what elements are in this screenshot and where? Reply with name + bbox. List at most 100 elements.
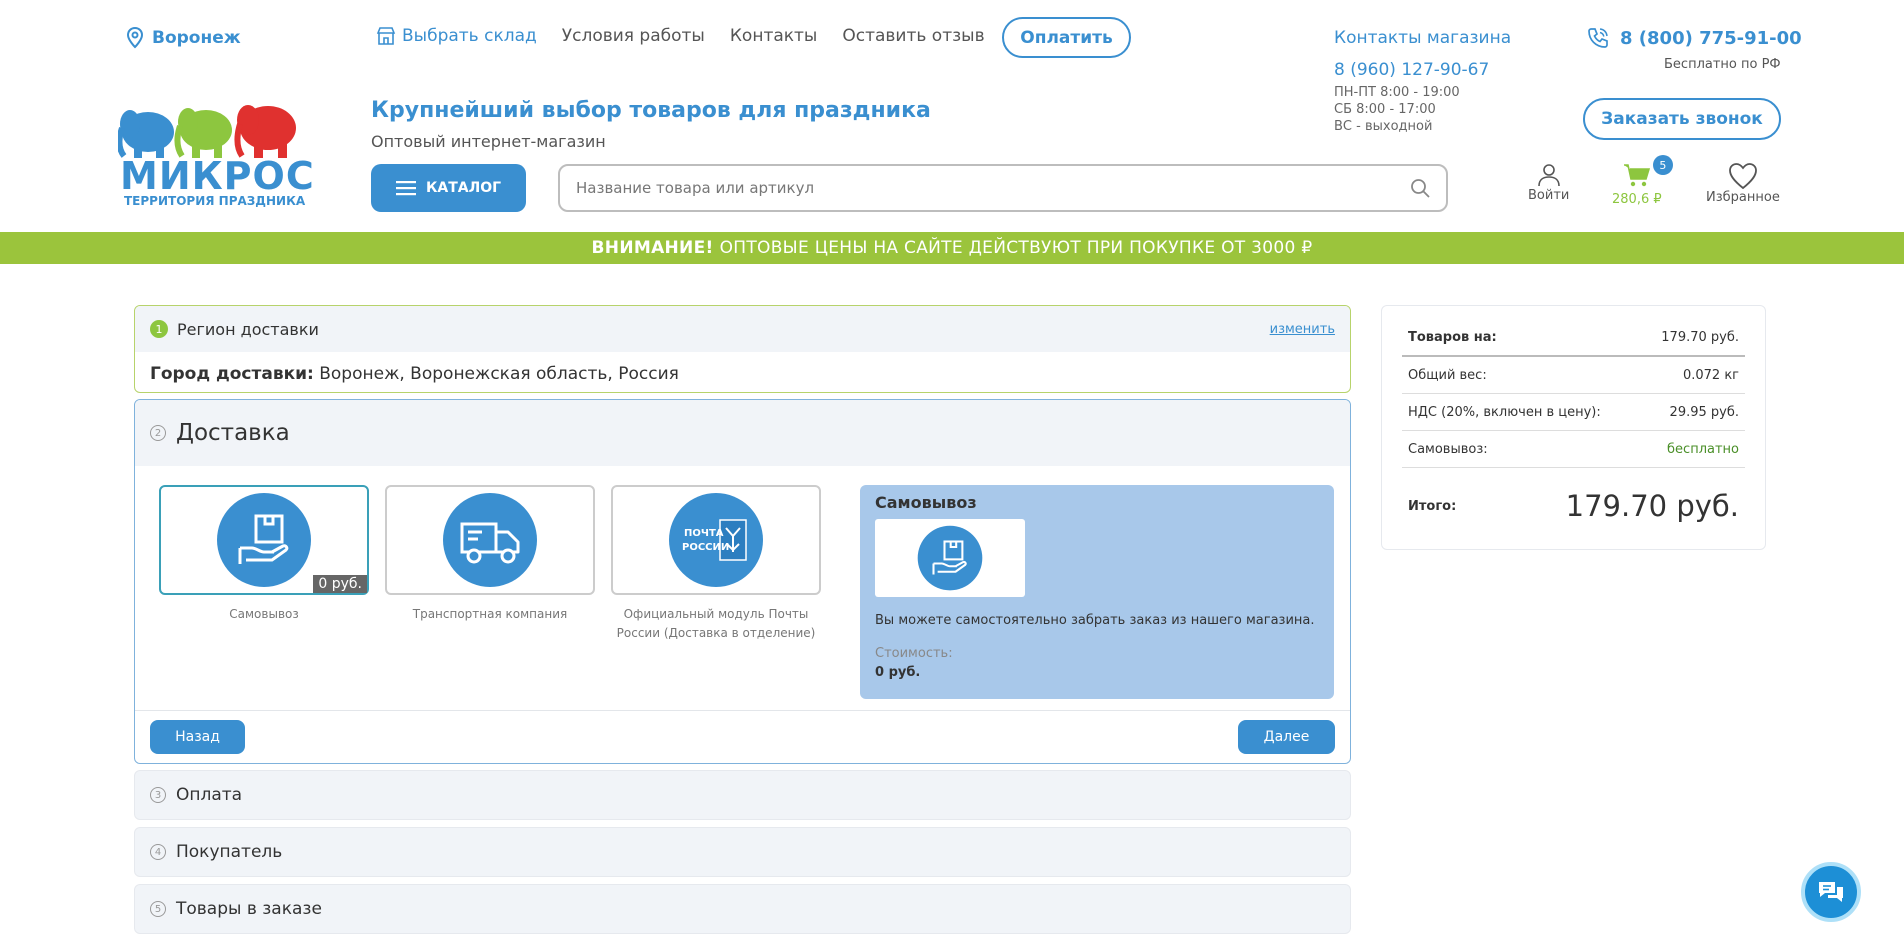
detail-description: Вы можете самостоятельно забрать заказ и…: [875, 613, 1315, 628]
step-number: 5: [150, 901, 166, 917]
summary-row-goods: Товаров на: 179.70 руб.: [1402, 320, 1745, 357]
next-button[interactable]: Далее: [1238, 720, 1335, 754]
step-delivery-footer: Назад Далее: [135, 710, 1350, 763]
summary-row-vat: НДС (20%, включен в цену): 29.95 руб.: [1402, 394, 1745, 431]
nav-label: Выбрать склад: [402, 26, 537, 46]
order-summary: Товаров на: 179.70 руб. Общий вес: 0.072…: [1381, 305, 1766, 550]
back-button[interactable]: Назад: [150, 720, 245, 754]
step-region-title: Регион доставки: [177, 319, 319, 339]
delivery-city-value: Воронеж, Воронежская область, Россия: [319, 364, 679, 384]
summary-label: Товаров на:: [1408, 330, 1497, 345]
detail-cost: 0 руб.: [875, 665, 921, 680]
russian-post-logo: ПОЧТА РОССИИ: [669, 493, 763, 587]
step-delivery-title: Доставка: [176, 420, 290, 446]
truck-icon: [443, 493, 537, 587]
logo-text: МИКРОС: [120, 154, 315, 198]
detail-title: Самовывоз: [875, 493, 977, 512]
cart-link[interactable]: 5 280,6 ₽: [1612, 155, 1673, 207]
banner-bold: ВНИМАНИЕ!: [591, 238, 714, 258]
step-order-items[interactable]: 5 Товары в заказе: [134, 884, 1351, 934]
catalog-button[interactable]: КАТАЛОГ: [371, 164, 526, 212]
delivery-option-transport[interactable]: [385, 485, 595, 595]
step-region-header: 1 Регион доставки изменить: [135, 306, 1350, 352]
summary-row-weight: Общий вес: 0.072 кг: [1402, 357, 1745, 394]
hours-weekdays: ПН-ПТ 8:00 - 19:00: [1334, 85, 1460, 100]
delivery-city-label: Город доставки:: [150, 364, 314, 384]
delivery-option-pickup[interactable]: 0 руб.: [159, 485, 369, 595]
location-pin-icon: [126, 27, 144, 49]
top-nav: Выбрать склад Условия работы Контакты Ос…: [376, 26, 1010, 46]
step-buyer-title: Покупатель: [176, 842, 283, 862]
step-payment[interactable]: 3 Оплата: [134, 770, 1351, 820]
cart-icon-wrap: 5: [1623, 155, 1673, 192]
chat-button[interactable]: [1801, 862, 1861, 922]
city-selector[interactable]: Воронеж: [126, 27, 241, 49]
step-payment-title: Оплата: [176, 785, 243, 805]
summary-label: НДС (20%, включен в цену):: [1408, 404, 1601, 420]
favorites-label: Избранное: [1706, 190, 1780, 205]
step-buyer[interactable]: 4 Покупатель: [134, 827, 1351, 877]
heart-icon: [1729, 163, 1757, 190]
callback-button[interactable]: Заказать звонок: [1583, 98, 1781, 140]
shop-hours: ПН-ПТ 8:00 - 19:00 СБ 8:00 - 17:00 ВС - …: [1334, 84, 1460, 135]
step-done-badge: 1: [150, 320, 168, 338]
site-logo[interactable]: МИКРОС ТЕРРИТОРИЯ ПРАЗДНИКА: [118, 98, 314, 208]
shop-phone[interactable]: 8 (960) 127-90-67: [1334, 60, 1489, 80]
summary-value: 179.70 руб.: [1661, 330, 1739, 345]
store-icon: [376, 27, 396, 45]
post-logo-text-1: ПОЧТА: [684, 528, 724, 539]
nav-choose-warehouse[interactable]: Выбрать склад: [376, 26, 537, 46]
step-region: 1 Регион доставки изменить Город доставк…: [134, 305, 1351, 393]
login-label: Войти: [1528, 188, 1570, 203]
chat-icon: [1819, 882, 1843, 902]
search-input[interactable]: [576, 179, 1410, 197]
detail-cost-label: Стоимость:: [875, 646, 953, 661]
catalog-label: КАТАЛОГ: [425, 180, 502, 196]
search-icon[interactable]: [1410, 178, 1430, 198]
post-logo-text-2: РОССИИ: [682, 542, 729, 553]
hours-saturday: СБ 8:00 - 17:00: [1334, 102, 1436, 117]
pay-button[interactable]: Оплатить: [1002, 17, 1131, 58]
wholesale-banner: ВНИМАНИЕ! ОПТОВЫЕ ЦЕНЫ НА САЙТЕ ДЕЙСТВУЮ…: [0, 232, 1904, 264]
cart-count-badge: 5: [1652, 155, 1673, 175]
delivery-option-russian-post[interactable]: ПОЧТА РОССИИ: [611, 485, 821, 595]
summary-label: Общий вес:: [1408, 367, 1487, 383]
change-region-link[interactable]: изменить: [1270, 322, 1335, 337]
summary-total: Итого: 179.70 руб.: [1402, 468, 1745, 544]
phone-icon: [1588, 28, 1608, 48]
step-delivery: 2 Доставка 0 руб. Самовывоз Транспортная…: [134, 399, 1351, 764]
summary-total-label: Итого:: [1408, 498, 1457, 514]
main-phone[interactable]: 8 (800) 775-91-00: [1586, 26, 1802, 50]
summary-label: Самовывоз:: [1408, 441, 1488, 457]
shop-contacts-title[interactable]: Контакты магазина: [1334, 28, 1511, 48]
summary-value: 29.95 руб.: [1669, 404, 1739, 420]
menu-icon: [395, 181, 416, 196]
logo-subtitle: ТЕРРИТОРИЯ ПРАЗДНИКА: [124, 194, 306, 208]
step-items-title: Товары в заказе: [176, 899, 322, 919]
elephants-logo-icon: [118, 105, 296, 158]
cart-sum: 280,6 ₽: [1612, 192, 1662, 207]
cart-icon: [1623, 164, 1650, 187]
nav-leave-review[interactable]: Оставить отзыв: [842, 26, 984, 46]
russian-post-label: Официальный модуль Почты России (Доставк…: [616, 607, 816, 640]
login-link[interactable]: Войти: [1528, 162, 1569, 203]
favorites-link[interactable]: Избранное: [1706, 162, 1780, 205]
transport-label: Транспортная компания: [412, 607, 568, 621]
free-call-note: Бесплатно по РФ: [1664, 57, 1781, 72]
pickup-hand-box-icon: [217, 493, 311, 587]
step-number: 3: [150, 787, 166, 803]
detail-image: [875, 519, 1025, 597]
summary-total-value: 179.70 руб.: [1565, 489, 1739, 523]
nav-terms[interactable]: Условия работы: [562, 26, 705, 46]
step-number: 2: [150, 425, 166, 441]
search-box: [558, 164, 1448, 212]
city-name: Воронеж: [152, 28, 241, 48]
tagline: Крупнейший выбор товаров для праздника: [371, 98, 931, 123]
nav-contacts[interactable]: Контакты: [730, 26, 818, 46]
tagline-subtitle: Оптовый интернет-магазин: [371, 132, 606, 151]
main-phone-number: 8 (800) 775-91-00: [1620, 27, 1802, 49]
user-icon: [1537, 164, 1560, 187]
hours-sunday: ВС - выходной: [1334, 119, 1433, 134]
summary-value: 0.072 кг: [1682, 367, 1739, 383]
delivery-city: Город доставки: Воронеж, Воронежская обл…: [135, 352, 1350, 392]
